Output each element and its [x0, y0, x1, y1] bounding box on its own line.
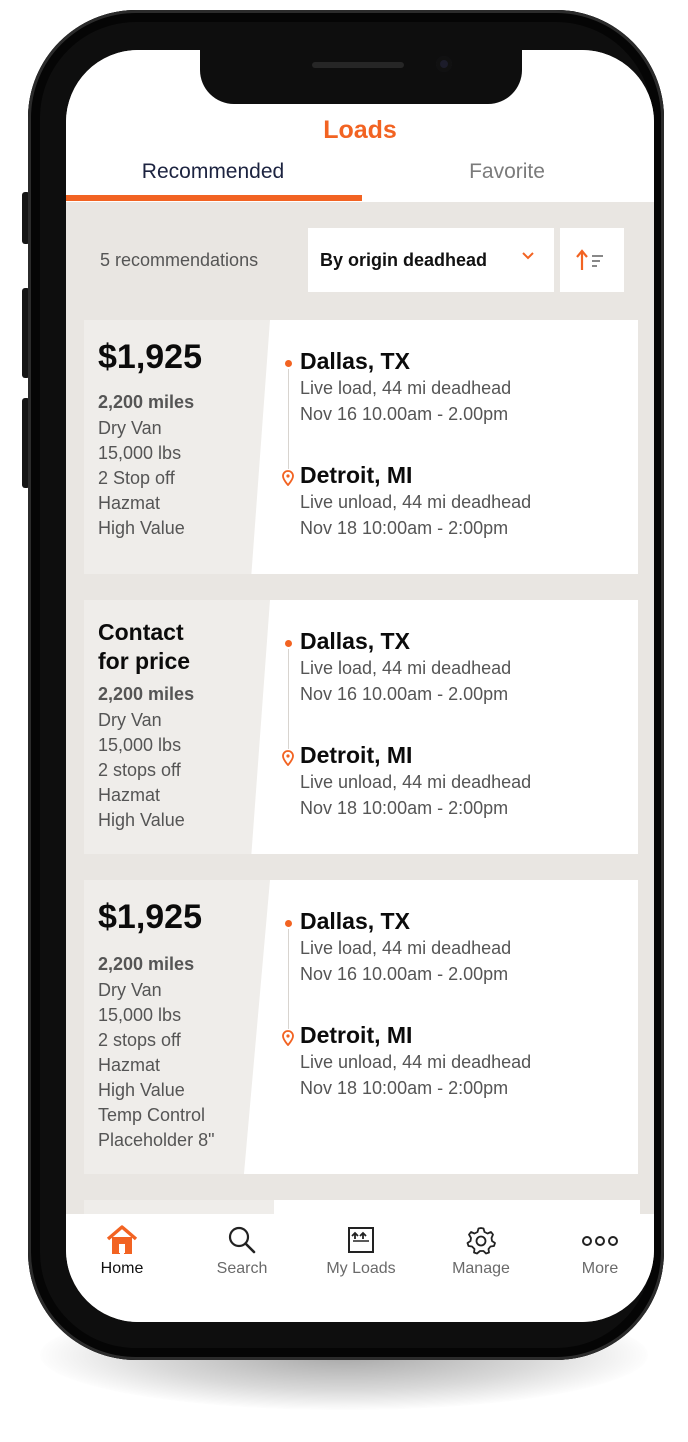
- destination-pin-icon: [282, 1030, 294, 1046]
- speaker-grille: [312, 62, 404, 68]
- load-spec: Dry Van: [98, 710, 162, 730]
- more-dots-icon: [582, 1236, 618, 1246]
- my-loads-icon: [348, 1227, 374, 1253]
- route-line: [288, 369, 289, 469]
- nav-search[interactable]: Search: [187, 1224, 297, 1278]
- nav-home[interactable]: Home: [67, 1224, 177, 1278]
- destination-pin-icon: [282, 750, 294, 766]
- nav-my-loads[interactable]: My Loads: [306, 1224, 416, 1278]
- phone-notch: [200, 50, 522, 104]
- load-spec: High Value: [98, 810, 185, 830]
- nav-more[interactable]: More: [545, 1224, 654, 1278]
- nav-manage[interactable]: Manage: [426, 1224, 536, 1278]
- origin-dot-icon: [285, 920, 292, 927]
- app-screen: Loads Recommended Favorite 5 recommendat…: [66, 50, 654, 1322]
- load-miles: 2,200 miles: [98, 392, 195, 412]
- sort-order-button[interactable]: [560, 228, 624, 292]
- origin-city: Dallas, TX: [300, 348, 410, 374]
- sort-dropdown-value: By origin deadhead: [320, 250, 488, 270]
- load-spec: Dry Van: [98, 418, 162, 438]
- nav-label: More: [581, 1260, 619, 1277]
- active-tab-indicator: [66, 195, 362, 201]
- tab-favorite[interactable]: Favorite: [360, 160, 654, 184]
- destination-city: Detroit, MI: [300, 742, 413, 768]
- sort-ascending-icon: [576, 249, 603, 270]
- load-spec: 2 stops off: [98, 1030, 181, 1050]
- load-miles: 2,200 miles: [98, 954, 195, 974]
- page-title: Loads: [323, 116, 397, 144]
- load-spec: Hazmat: [98, 1055, 161, 1075]
- origin-city: Dallas, TX: [300, 628, 410, 654]
- destination-detail: Live unload, 44 mi deadhead: [300, 772, 532, 792]
- origin-time: Nov 16 10.00am - 2.00pm: [300, 684, 509, 704]
- recommendation-count: 5 recommendations: [100, 250, 259, 270]
- load-price: $1,925: [98, 338, 202, 376]
- load-price-line: for price: [98, 648, 191, 674]
- load-price-line: Contact: [98, 619, 184, 645]
- destination-city: Detroit, MI: [300, 462, 413, 488]
- destination-detail: Live unload, 44 mi deadhead: [300, 492, 532, 512]
- front-camera: [436, 56, 452, 72]
- load-spec: Temp Control: [98, 1105, 206, 1125]
- origin-detail: Live load, 44 mi deadhead: [300, 938, 512, 958]
- load-price: Contact for price: [98, 618, 238, 676]
- bottom-nav: Home Search My Loads Manage More: [66, 1214, 654, 1322]
- load-spec: 15,000 lbs: [98, 1005, 182, 1025]
- load-spec: 15,000 lbs: [98, 443, 182, 463]
- load-spec: Dry Van: [98, 980, 162, 1000]
- destination-city: Detroit, MI: [300, 1022, 413, 1048]
- load-spec: High Value: [98, 518, 185, 538]
- load-spec: High Value: [98, 1080, 185, 1100]
- load-miles: 2,200 miles: [98, 684, 195, 704]
- load-card[interactable]: Contact for price 2,200 miles Dry Van 15…: [84, 600, 638, 854]
- load-card[interactable]: $1,925 2,200 miles Dry Van 15,000 lbs 2 …: [84, 320, 638, 574]
- nav-label: My Loads: [326, 1260, 396, 1277]
- nav-label: Manage: [452, 1260, 510, 1277]
- destination-detail: Live unload, 44 mi deadhead: [300, 1052, 532, 1072]
- load-card[interactable]: $1,925 2,200 miles Dry Van 15,000 lbs 2 …: [84, 880, 638, 1174]
- load-spec: Hazmat: [98, 493, 161, 513]
- route-line: [288, 649, 289, 749]
- chevron-down-icon: [520, 246, 536, 269]
- nav-label: Home: [100, 1260, 144, 1277]
- tab-recommended[interactable]: Recommended: [66, 160, 360, 184]
- load-spec: Placeholder 8": [98, 1130, 215, 1150]
- origin-city: Dallas, TX: [300, 908, 410, 934]
- destination-time: Nov 18 10:00am - 2:00pm: [300, 1078, 509, 1098]
- search-icon: [228, 1226, 256, 1254]
- destination-time: Nov 18 10:00am - 2:00pm: [300, 798, 509, 818]
- origin-detail: Live load, 44 mi deadhead: [300, 378, 512, 398]
- home-icon: [106, 1225, 138, 1254]
- nav-label: Search: [216, 1260, 268, 1277]
- destination-time: Nov 18 10:00am - 2:00pm: [300, 518, 509, 538]
- destination-pin-icon: [282, 470, 294, 486]
- origin-dot-icon: [285, 640, 292, 647]
- load-spec: 15,000 lbs: [98, 735, 182, 755]
- load-spec: 2 Stop off: [98, 468, 175, 488]
- origin-detail: Live load, 44 mi deadhead: [300, 658, 512, 678]
- origin-time: Nov 16 10.00am - 2.00pm: [300, 404, 509, 424]
- origin-time: Nov 16 10.00am - 2.00pm: [300, 964, 509, 984]
- load-spec: Hazmat: [98, 785, 161, 805]
- load-spec: 2 stops off: [98, 760, 181, 780]
- gear-icon: [466, 1227, 496, 1255]
- sort-dropdown[interactable]: By origin deadhead: [308, 228, 554, 292]
- route-line: [288, 929, 289, 1029]
- load-price: $1,925: [98, 898, 202, 936]
- origin-dot-icon: [285, 360, 292, 367]
